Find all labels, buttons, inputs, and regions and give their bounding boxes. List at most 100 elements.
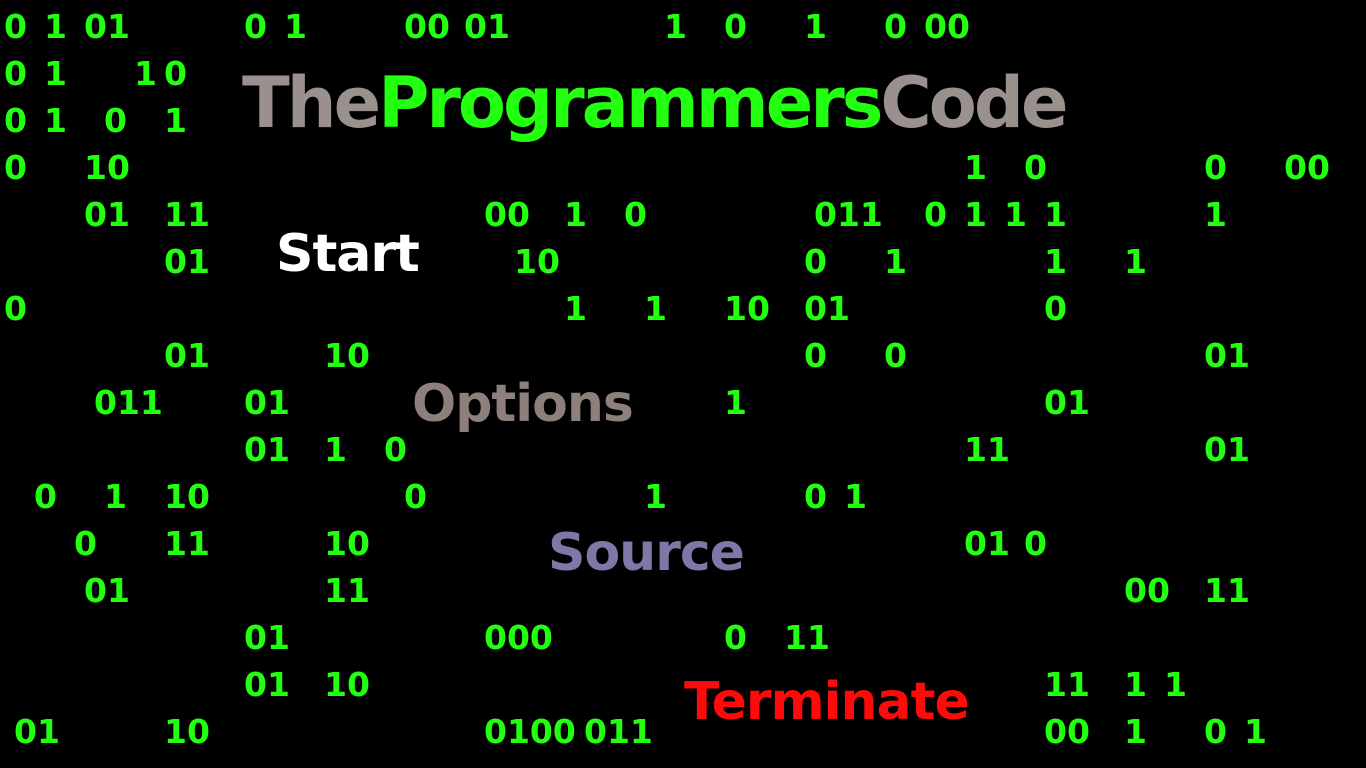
binary-digit-glyph: 01: [964, 524, 1010, 563]
binary-digit-glyph: 0: [724, 7, 747, 46]
binary-digit-glyph: 01: [1204, 430, 1250, 469]
binary-digit-glyph: 1: [884, 242, 907, 281]
title-part-the: The: [242, 62, 381, 144]
binary-digit-glyph: 11: [164, 524, 210, 563]
binary-digit-glyph: 1: [964, 195, 987, 234]
binary-digit-glyph: 1: [844, 477, 867, 516]
game-main-menu-screen: 0 1 01 0 1 00 01 1 0 1 0 00 0 1 1 0 0 1 0 1 0 10 1 0 0 00 01 11 00 1 0…: [0, 0, 1366, 768]
binary-digit-glyph: 011: [94, 383, 163, 422]
binary-digit-glyph: 011: [584, 712, 653, 751]
binary-digit-glyph: 0: [624, 195, 647, 234]
binary-digit-glyph: 11: [164, 195, 210, 234]
binary-digit-glyph: 01: [244, 618, 290, 657]
binary-digit-glyph: 00: [484, 195, 530, 234]
terminate-button[interactable]: Terminate: [684, 676, 970, 728]
binary-digit-glyph: 0: [884, 336, 907, 375]
source-button[interactable]: Source: [548, 527, 745, 579]
binary-digit-glyph: 1: [664, 7, 687, 46]
binary-digit-glyph: 00: [924, 7, 970, 46]
binary-digit-glyph: 0: [1024, 524, 1047, 563]
binary-digit-glyph: 11: [1044, 665, 1090, 704]
binary-digit-glyph: 01: [464, 7, 510, 46]
binary-digit-glyph: 1: [964, 148, 987, 187]
binary-digit-glyph: 11: [1204, 571, 1250, 610]
binary-digit-glyph: 10: [164, 712, 210, 751]
binary-digit-glyph: 01: [1044, 383, 1090, 422]
options-button[interactable]: Options: [412, 378, 634, 430]
binary-digit-glyph: 01: [244, 383, 290, 422]
binary-digit-glyph: 1: [324, 430, 347, 469]
start-button[interactable]: Start: [276, 228, 420, 280]
binary-digit-glyph: 10: [724, 289, 770, 328]
binary-digit-glyph: 11: [324, 571, 370, 610]
binary-digit-glyph: 1: [564, 195, 587, 234]
binary-digit-glyph: 10: [164, 477, 210, 516]
binary-digit-glyph: 1: [644, 289, 667, 328]
binary-digit-glyph: 01: [804, 289, 850, 328]
binary-digit-glyph: 00: [1044, 712, 1090, 751]
binary-digit-glyph: 0: [384, 430, 407, 469]
binary-digit-glyph: 0: [4, 148, 27, 187]
binary-digit-glyph: 11: [964, 430, 1010, 469]
binary-digit-glyph: 0: [74, 524, 97, 563]
title-part-code: Code: [880, 62, 1068, 144]
binary-digit-glyph: 000: [484, 618, 553, 657]
binary-digit-glyph: 1: [1164, 665, 1187, 704]
binary-digit-glyph: 0: [104, 101, 127, 140]
binary-digit-glyph: 1: [1124, 242, 1147, 281]
binary-digit-glyph: 0100: [484, 712, 576, 751]
binary-digit-glyph: 0: [1024, 148, 1047, 187]
binary-digit-glyph: 0: [34, 477, 57, 516]
binary-digit-glyph: 1: [564, 289, 587, 328]
game-title-logo: TheProgrammersCode: [242, 68, 1068, 138]
binary-digit-glyph: 1: [104, 477, 127, 516]
binary-digit-glyph: 10: [84, 148, 130, 187]
binary-digit-glyph: 0: [404, 477, 427, 516]
title-part-programmers: Programmers: [378, 62, 883, 144]
binary-digit-glyph: 11: [784, 618, 830, 657]
binary-digit-glyph: 1: [1244, 712, 1267, 751]
binary-digit-glyph: 00: [1284, 148, 1330, 187]
binary-digit-glyph: 0: [4, 289, 27, 328]
binary-digit-glyph: 01: [244, 665, 290, 704]
binary-digit-glyph: 0: [924, 195, 947, 234]
binary-digit-glyph: 01: [244, 430, 290, 469]
binary-digit-glyph: 0: [1204, 712, 1227, 751]
binary-digit-glyph: 1: [44, 54, 67, 93]
binary-digit-glyph: 01: [84, 195, 130, 234]
binary-digit-glyph: 01: [1204, 336, 1250, 375]
binary-digit-glyph: 1: [1204, 195, 1227, 234]
binary-digit-glyph: 10: [324, 524, 370, 563]
binary-digit-glyph: 1: [1124, 665, 1147, 704]
binary-digit-glyph: 1: [1044, 242, 1067, 281]
binary-digit-glyph: 10: [514, 242, 560, 281]
binary-digit-glyph: 10: [324, 665, 370, 704]
binary-digit-glyph: 00: [404, 7, 450, 46]
binary-digit-glyph: 0: [804, 477, 827, 516]
binary-digit-glyph: 0: [244, 7, 267, 46]
binary-digit-glyph: 1: [164, 101, 187, 140]
binary-digit-glyph: 00: [1124, 571, 1170, 610]
binary-digit-glyph: 0: [884, 7, 907, 46]
binary-digit-glyph: 0: [4, 101, 27, 140]
binary-digit-glyph: 10: [324, 336, 370, 375]
binary-digit-glyph: 01: [14, 712, 60, 751]
binary-digit-glyph: 1: [1004, 195, 1027, 234]
binary-digit-glyph: 1: [44, 7, 67, 46]
binary-digit-glyph: 01: [84, 571, 130, 610]
binary-digit-glyph: 1: [724, 383, 747, 422]
binary-digit-glyph: 0: [724, 618, 747, 657]
binary-digit-glyph: 011: [814, 195, 883, 234]
binary-digit-glyph: 1: [1044, 195, 1067, 234]
binary-digit-glyph: 0: [804, 242, 827, 281]
binary-digit-glyph: 01: [164, 242, 210, 281]
binary-digit-glyph: 0: [4, 7, 27, 46]
binary-digit-glyph: 0: [164, 54, 187, 93]
binary-digit-glyph: 1: [284, 7, 307, 46]
binary-digit-glyph: 0: [1044, 289, 1067, 328]
binary-digit-glyph: 1: [644, 477, 667, 516]
binary-digit-glyph: 0: [1204, 148, 1227, 187]
binary-digit-glyph: 1: [44, 101, 67, 140]
binary-digit-glyph: 0: [4, 54, 27, 93]
binary-digit-glyph: 0: [804, 336, 827, 375]
